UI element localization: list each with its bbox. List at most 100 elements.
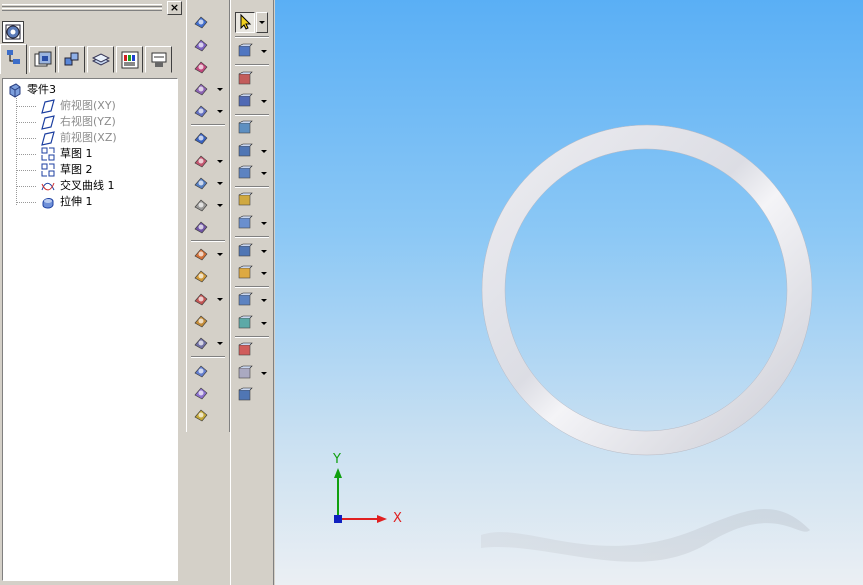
tree-item-label: 俯视图(XY) [60,99,116,112]
3d-viewport[interactable]: X Y [275,0,863,585]
measure-tool-button[interactable] [235,313,255,333]
chevron-down-icon[interactable] [261,50,267,53]
align-tool-button[interactable] [235,141,255,161]
face-tool-icon [238,120,253,134]
toolbar-separator [191,124,225,126]
chevron-down-icon[interactable] [217,253,223,256]
tree-connector [16,98,17,205]
tree-connector [16,106,36,107]
plane-tool-button[interactable] [191,195,211,215]
point-tool-button[interactable] [191,128,211,148]
boolean-tool-icon [194,365,208,378]
surface-tool-button[interactable] [191,173,211,193]
sweep-tool-button[interactable] [191,79,211,99]
analysis-tool-button[interactable] [235,340,255,360]
revolve-tool-button[interactable] [191,57,211,77]
thicken-tool-button[interactable] [235,213,255,233]
chevron-down-icon[interactable] [261,222,267,225]
blend-tool-button[interactable] [191,311,211,331]
split-tool-icon [238,243,253,257]
spline-tool-icon [194,293,208,306]
toolbar-separator [235,236,269,238]
move-tool-button[interactable] [235,69,255,89]
scene-canvas [334,124,813,562]
chevron-down-icon[interactable] [217,342,223,345]
x-axis-label: X [393,511,402,526]
face-tool-button[interactable] [235,118,255,138]
plane-icon [41,115,55,130]
align-tool-icon [238,143,253,157]
umbrella-tool-button[interactable] [235,190,255,210]
tab-assembly[interactable] [58,46,85,73]
draft-tool-icon [238,165,253,179]
coordinate-tool-button[interactable] [235,41,255,61]
chevron-down-icon[interactable] [217,182,223,185]
point-tool-icon [194,132,208,145]
chevron-down-icon[interactable] [261,150,267,153]
panel-grip [2,8,162,11]
mold-tool-button[interactable] [235,385,255,405]
trim-tool-button[interactable] [191,333,211,353]
section-tool-button[interactable] [235,290,255,310]
extrude-tool-icon [194,39,208,52]
chevron-down-icon[interactable] [217,88,223,91]
select-button[interactable] [235,12,255,33]
chevron-down-icon[interactable] [217,160,223,163]
line-tool-icon [194,155,208,168]
split-tool-button[interactable] [235,241,255,261]
chevron-down-icon[interactable] [261,322,267,325]
shell-tool-button[interactable] [191,217,211,237]
sweep-tool-icon [194,83,208,96]
thicken-tool-icon [238,215,253,229]
line-tool-button[interactable] [191,151,211,171]
tab-properties[interactable] [29,46,56,73]
tab-render[interactable] [116,46,143,73]
tab-feature-tree[interactable] [0,44,27,74]
chevron-down-icon[interactable] [217,110,223,113]
properties-icon [34,51,52,67]
part-settings-button[interactable] [2,21,24,43]
curve-tool-button[interactable] [191,244,211,264]
mirror-tool-button[interactable] [235,263,255,283]
feature-tree: 零件3 俯视图(XY) 右视图(YZ) 前视图(XZ) 草图 1 草图 2 交叉曲线 1 拉… [2,78,178,581]
spline-tool-button[interactable] [191,289,211,309]
sketch-tool-button[interactable] [191,12,211,32]
attribute-tool-button[interactable] [191,405,211,425]
tab-display[interactable] [145,46,172,73]
panel-grip [2,4,162,7]
chevron-down-icon[interactable] [261,100,267,103]
frame-tool-button[interactable] [235,363,255,383]
tree-connector [16,154,36,155]
feature-panel: × 零件3 俯视图(XY) 右视图(YZ) 前视图(XZ) 草图 1 草图 2 … [0,0,184,585]
toolbar-separator [191,356,225,358]
select-dropdown-button[interactable] [256,12,268,33]
pattern-tool-button[interactable] [191,383,211,403]
tab-layers[interactable] [87,46,114,73]
chevron-down-icon[interactable] [261,250,267,253]
transform-tool-button[interactable] [235,91,255,111]
tree-item-label: 草图 1 [60,147,93,160]
panel-tabs [0,44,184,74]
loft-tool-button[interactable] [191,101,211,121]
umbrella-tool-icon [238,192,253,206]
revolve-tool-icon [194,61,208,74]
render-palette-icon [121,51,139,69]
chevron-down-icon[interactable] [217,298,223,301]
boolean-tool-button[interactable] [191,361,211,381]
plane-tool-icon [194,199,208,212]
chevron-down-icon[interactable] [217,204,223,207]
toolbar-separator [235,64,269,66]
arrow-cursor-icon [240,13,252,30]
draft-tool-button[interactable] [235,163,255,183]
chevron-down-icon[interactable] [261,172,267,175]
panel-close-button[interactable]: × [167,1,182,15]
chevron-down-icon[interactable] [261,299,267,302]
tree-connector [16,170,36,171]
chevron-down-icon[interactable] [261,372,267,375]
section-tool-icon [238,292,253,306]
fillet-tool-button[interactable] [191,266,211,286]
extrude-tool-button[interactable] [191,35,211,55]
chevron-down-icon[interactable] [261,272,267,275]
panel-titlebar[interactable]: × [0,0,184,15]
tree-connector [16,202,36,203]
